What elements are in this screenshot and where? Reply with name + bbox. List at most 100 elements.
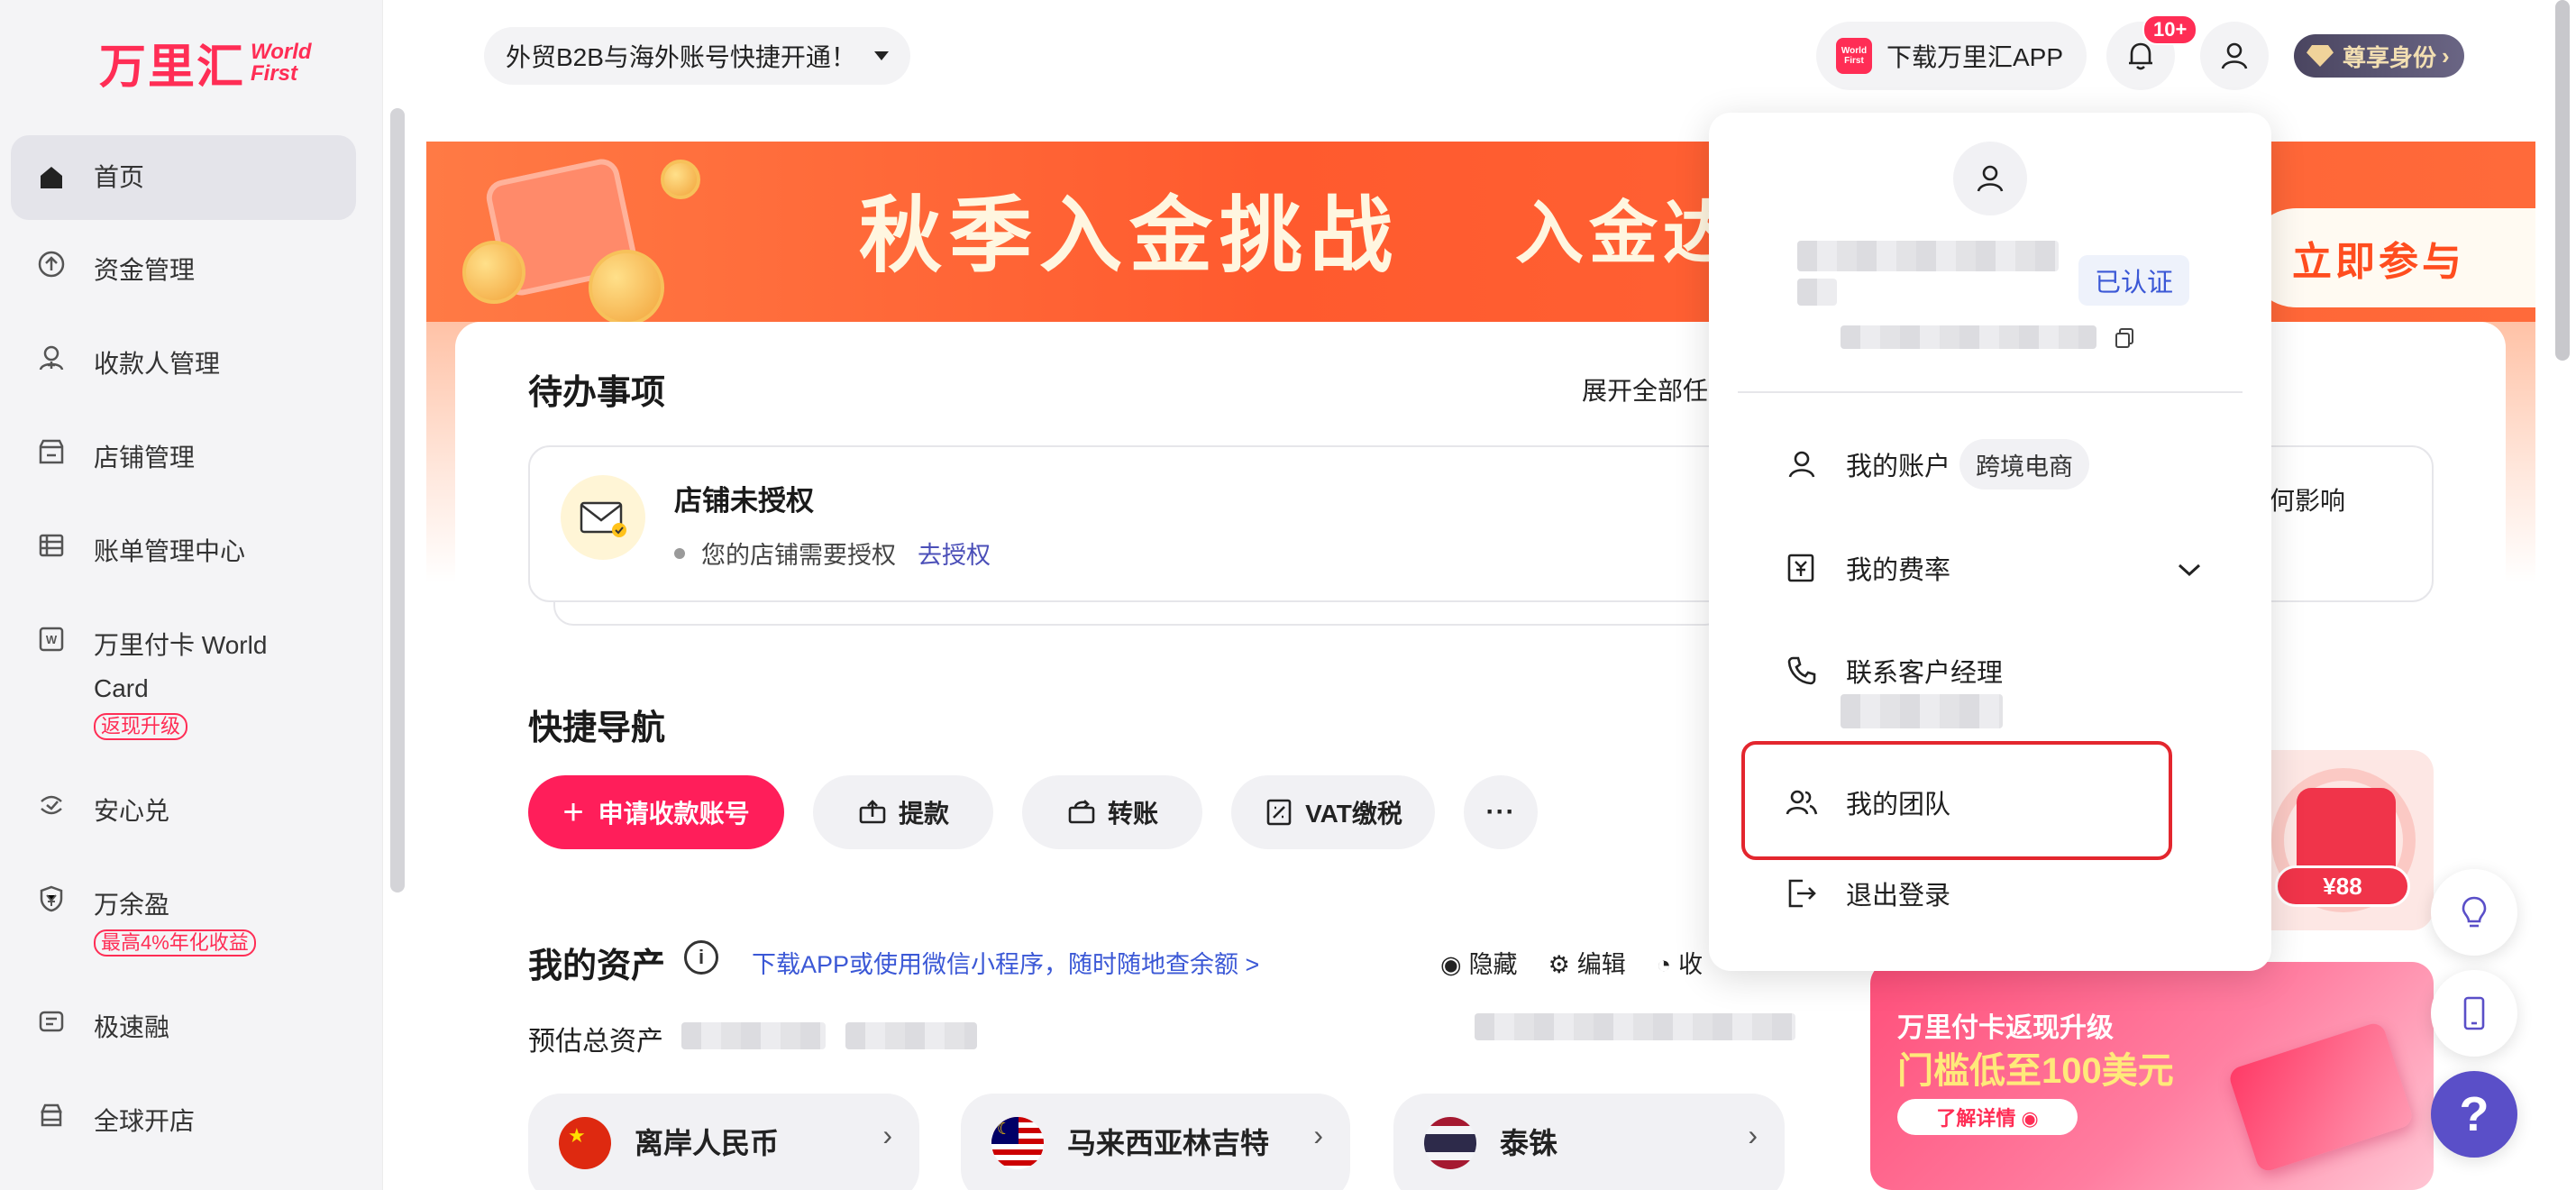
transfer-icon — [1068, 800, 1095, 824]
lightbulb-icon — [2462, 896, 2487, 928]
menu-item-my-account[interactable]: 我的账户 跨境电商 — [1785, 439, 2090, 490]
vip-status-button[interactable]: 尊享身份 › — [2294, 34, 2464, 78]
coin-illustration — [589, 250, 664, 322]
user-icon — [2221, 42, 2248, 69]
vat-tax-button[interactable]: VAT缴税 — [1231, 775, 1435, 849]
sidebar-item-bills[interactable]: 账单管理中心 — [11, 530, 356, 573]
more-icon: ··· — [1485, 797, 1516, 827]
menu-item-logout[interactable]: 退出登录 — [1785, 874, 1950, 912]
rate-icon — [1787, 554, 1814, 582]
sidebar-item-yield[interactable]: 万余盈 最高4%年化收益 — [11, 883, 356, 957]
eye-icon: ◉ — [1440, 951, 1462, 978]
main-scrollbar[interactable] — [2555, 0, 2570, 361]
notification-count-badge: 10+ — [2142, 14, 2198, 45]
chevron-down-icon[interactable] — [2176, 561, 2203, 579]
yield-badge: 最高4%年化收益 — [94, 929, 256, 957]
info-icon[interactable]: i — [684, 940, 718, 975]
learn-more-button[interactable]: 了解详情 ◉ — [1897, 1099, 2078, 1135]
redacted-account-name — [1797, 279, 1837, 306]
sidebar-item-label: 极速融 — [94, 1013, 170, 1041]
authorize-link[interactable]: 去授权 — [918, 536, 991, 571]
gear-icon: ⚙ — [1548, 951, 1570, 978]
collapse-assets-button[interactable]: ◔ 收 — [1657, 945, 1703, 980]
sidebar-scrollbar[interactable] — [390, 108, 405, 892]
sidebar-item-label: 资金管理 — [94, 256, 196, 284]
coin-illustration — [661, 160, 700, 199]
banner-title: 秋季入金挑战 — [859, 190, 1401, 282]
sidebar-item-worldcard[interactable]: W 万里付卡 World Card 返现升级 — [11, 624, 356, 740]
chevron-right-icon: › — [1748, 1119, 1758, 1151]
sidebar-item-exchange[interactable]: 安心兑 — [11, 790, 356, 833]
redacted-account-name — [1797, 241, 2059, 271]
shield-yen-icon — [36, 883, 67, 914]
todo-item-desc-text: 您的店铺需要授权 — [701, 542, 896, 569]
chevron-right-icon: › — [882, 1119, 892, 1151]
help-button[interactable]: ? — [2431, 1071, 2517, 1158]
user-menu-button[interactable] — [2200, 22, 2269, 90]
sidebar-item-label: 店铺管理 — [94, 444, 196, 471]
plus-icon: + — [562, 792, 584, 832]
highlight-box — [1741, 741, 2172, 860]
app-root: 万里汇 World First 首页 资金管理 收款人管理 店铺管理 账单管理中心… — [0, 0, 2576, 1190]
quick-nav-title: 快捷导航 — [528, 709, 666, 747]
todo-item-title: 店铺未授权 — [674, 485, 814, 517]
banner-join-button[interactable]: 立即参与 — [2247, 208, 2535, 307]
shop-globe-icon — [36, 1100, 67, 1130]
world-card-promo[interactable]: 万里付卡返现升级 门槛低至100美元 了解详情 ◉ — [1870, 962, 2434, 1190]
upload-circle-icon — [36, 249, 67, 279]
copy-icon[interactable] — [2113, 326, 2136, 350]
card-illustration — [2226, 1021, 2416, 1174]
red-packet-amount: ¥88 — [2275, 865, 2410, 907]
user-dropdown-menu: 已认证 我的账户 跨境电商 我的费率 联系客户经理 我的团队 退出登录 — [1709, 113, 2271, 971]
sidebar: 万里汇 World First 首页 资金管理 收款人管理 店铺管理 账单管理中心… — [0, 0, 383, 1190]
sidebar-item-funds[interactable]: 资金管理 — [11, 249, 356, 292]
sidebar-item-payees[interactable]: 收款人管理 — [11, 343, 356, 386]
sidebar-item-finance[interactable]: 极速融 — [11, 1006, 356, 1049]
currency-card-thb[interactable]: 泰铢 › — [1393, 1094, 1785, 1190]
todo-stack-edge — [553, 600, 1725, 626]
todo-item-description: 您的店铺需要授权 去授权 — [674, 536, 991, 571]
apply-account-label: 申请收款账号 — [598, 800, 750, 828]
promo-select[interactable]: 外贸B2B与海外账号快捷开通！ — [484, 27, 910, 85]
brand-logo[interactable]: 万里汇 World First — [99, 29, 312, 96]
currency-card-cnh[interactable]: ★ 离岸人民币 › — [528, 1094, 919, 1190]
download-app-balance-link[interactable]: 下载APP或使用微信小程序，随时随地查余额 > — [752, 945, 1259, 980]
edit-assets-button[interactable]: ⚙ 编辑 — [1548, 945, 1626, 980]
expand-all-todos-link[interactable]: 展开全部任 — [1582, 371, 1708, 407]
coin-illustration — [462, 241, 525, 304]
menu-item-contact-manager[interactable]: 联系客户经理 — [1785, 652, 2003, 690]
divider — [1738, 391, 2243, 393]
chevron-right-icon: › — [1313, 1119, 1323, 1151]
red-packet-promo[interactable]: ¥88 — [2244, 750, 2434, 930]
hide-assets-button[interactable]: ◉ 隐藏 — [1440, 945, 1518, 980]
phone-icon — [1787, 656, 1816, 685]
download-app-button[interactable]: World First 下载万里汇APP — [1816, 22, 2087, 90]
logout-icon — [1788, 879, 1816, 908]
sidebar-item-text: 万里付卡 World Card 返现升级 — [94, 624, 267, 740]
cashback-badge: 返现升级 — [94, 713, 188, 740]
apply-account-button[interactable]: + 申请收款账号 — [528, 775, 784, 849]
tips-button[interactable] — [2431, 869, 2517, 956]
menu-item-my-rates[interactable]: 我的费率 — [1785, 549, 1950, 587]
sidebar-item-home[interactable]: 首页 — [11, 135, 356, 220]
user-add-icon — [36, 343, 67, 373]
my-flag-icon: ☾ — [991, 1117, 1044, 1169]
withdraw-button[interactable]: 提款 — [813, 775, 993, 849]
svg-text:W: W — [46, 633, 58, 646]
menu-item-label: 我的账户 — [1846, 453, 1951, 481]
finance-icon — [36, 1006, 67, 1037]
chevron-right-icon: › — [2442, 41, 2450, 69]
mobile-app-button[interactable] — [2431, 970, 2517, 1057]
sidebar-item-stores[interactable]: 店铺管理 — [11, 436, 356, 480]
currency-card-myr[interactable]: ☾ 马来西亚林吉特 › — [961, 1094, 1350, 1190]
transfer-button[interactable]: 转账 — [1022, 775, 1202, 849]
vat-tax-label: VAT缴税 — [1305, 800, 1402, 828]
store-icon — [36, 436, 67, 467]
currency-label: 马来西亚林吉特 — [1067, 1127, 1270, 1159]
redacted-manager-info — [1841, 694, 2003, 728]
sidebar-item-label-2: Card — [94, 674, 149, 702]
sidebar-item-global-store[interactable]: 全球开店 — [11, 1100, 356, 1143]
card-w-icon: W — [36, 624, 67, 654]
logo-text-en: World First — [251, 39, 312, 86]
more-actions-button[interactable]: ··· — [1464, 775, 1538, 849]
